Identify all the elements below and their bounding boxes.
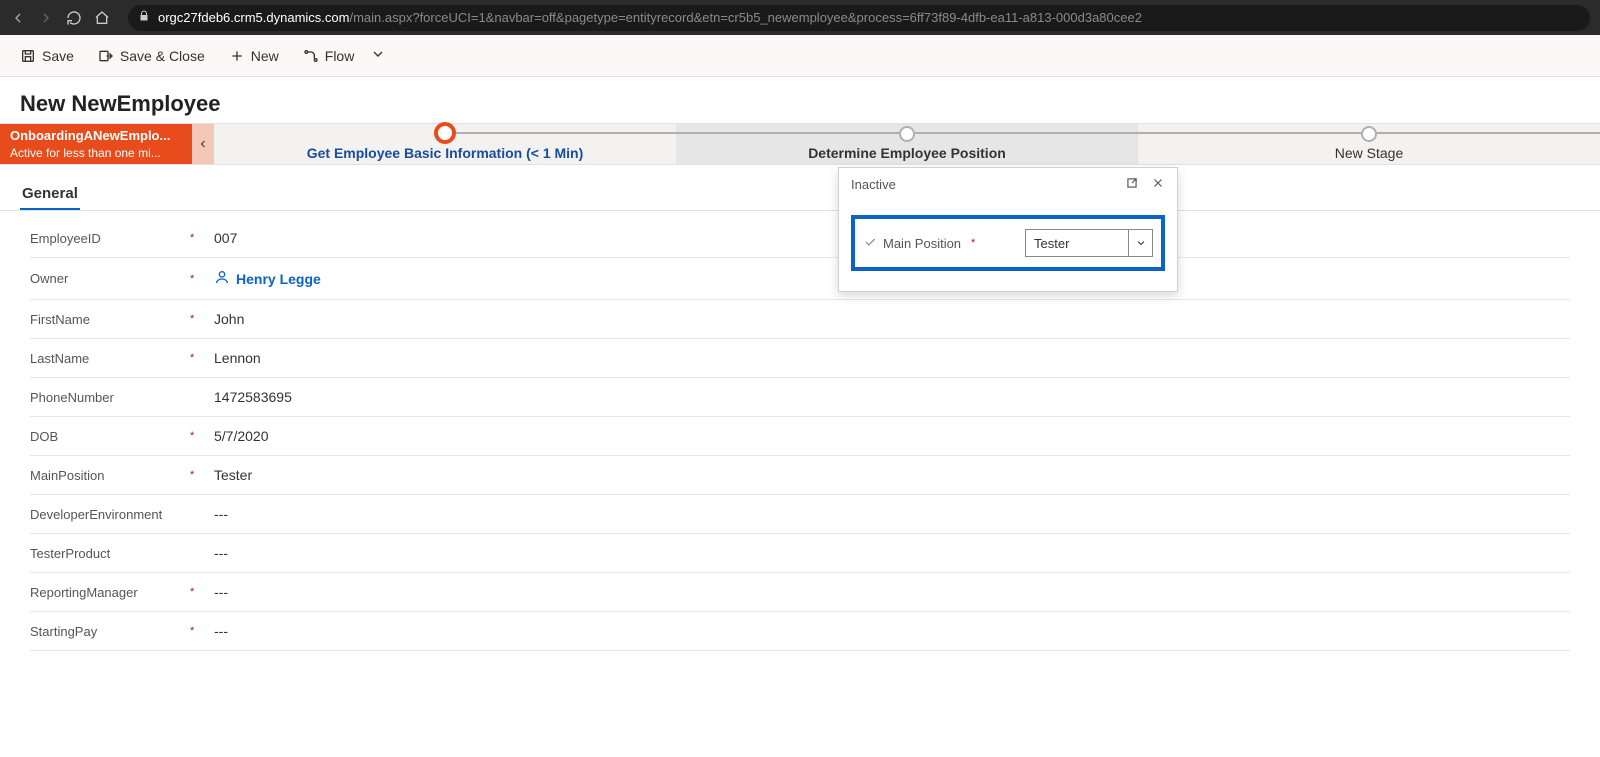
flow-label: Flow [325,48,355,64]
required-marker: * [190,586,214,598]
field-value[interactable]: --- [214,623,228,639]
forward-icon[interactable] [38,10,54,26]
form-row: DeveloperEnvironment --- [30,495,1570,534]
required-marker: * [190,313,214,325]
chevron-down-icon[interactable] [1128,230,1152,256]
required-marker: * [971,237,975,249]
field-label: PhoneNumber [30,390,190,405]
form-row: EmployeeID*007 [30,219,1570,258]
field-value[interactable]: --- [214,584,228,600]
field-value[interactable]: 5/7/2020 [214,428,269,444]
owner-name: Henry Legge [236,271,321,287]
required-marker: * [190,469,214,481]
stage-new-stage[interactable]: New Stage [1138,124,1600,164]
home-icon[interactable] [94,10,110,26]
field-label: DOB [30,429,190,444]
field-label: ReportingManager [30,585,190,600]
stage-label: Determine Employee Position [808,145,1006,161]
main-position-select[interactable]: Tester [1025,229,1153,257]
owner-link[interactable]: Henry Legge [214,269,321,288]
field-label: MainPosition [30,468,190,483]
form-row: ReportingManager*--- [30,573,1570,612]
main-position-highlight: Main Position * Tester [851,215,1165,271]
form-row: PhoneNumber 1472583695 [30,378,1570,417]
field-value[interactable]: John [214,311,244,327]
new-button[interactable]: New [227,44,281,68]
url-bar[interactable]: orgc27fdeb6.crm5.dynamics.com/main.aspx?… [128,5,1590,31]
main-position-label: Main Position [883,236,961,251]
stage-node-icon [1361,126,1377,142]
form-row: StartingPay*--- [30,612,1570,651]
stage-popup-header: Inactive [839,168,1177,201]
required-marker: * [190,232,214,244]
stage-node-icon [899,126,915,142]
required-marker: * [190,625,214,637]
save-icon [20,48,36,64]
field-value[interactable]: 1472583695 [214,389,292,405]
form-row: Owner* Henry Legge [30,258,1570,300]
form-general: EmployeeID*007Owner*Henry LeggeFirstName… [0,211,1600,651]
stage-node-icon [434,122,456,144]
process-collapse-button[interactable] [192,124,214,164]
field-label: FirstName [30,312,190,327]
tab-label: General [22,185,78,202]
required-marker: * [190,352,214,364]
stage-determine-position[interactable]: Determine Employee Position [676,124,1138,164]
process-info[interactable]: OnboardingANewEmplo... Active for less t… [0,124,192,164]
form-row: FirstName*John [30,300,1570,339]
lock-icon [138,10,150,25]
page-title: New NewEmployee [20,91,1580,117]
stage-label: New Stage [1335,145,1403,161]
field-value[interactable]: --- [214,506,228,522]
flow-icon [303,48,319,64]
process-status: Active for less than one mi... [10,145,182,161]
field-label: Owner [30,271,190,286]
save-label: Save [42,48,74,64]
stage-label: Get Employee Basic Information (< 1 Min) [307,145,584,161]
stage-popup-status: Inactive [851,177,896,192]
save-button[interactable]: Save [18,44,76,68]
flow-button[interactable]: Flow [301,42,389,69]
field-label: TesterProduct [30,546,190,561]
reload-icon[interactable] [66,10,82,26]
check-icon [863,235,877,252]
form-row: LastName*Lennon [30,339,1570,378]
field-value[interactable]: Henry Legge [214,269,321,288]
field-value[interactable]: Tester [214,467,252,483]
person-icon [214,269,230,288]
url-path: /main.aspx?forceUCI=1&navbar=off&pagetyp… [349,10,1141,25]
tab-general[interactable]: General [20,179,80,210]
back-icon[interactable] [10,10,26,26]
form-row: DOB*5/7/2020 [30,417,1570,456]
save-close-button[interactable]: Save & Close [96,44,207,68]
required-marker: * [190,273,214,285]
url-domain: orgc27fdeb6.crm5.dynamics.com [158,10,349,25]
main-position-value: Tester [1026,230,1128,256]
close-icon[interactable] [1151,176,1165,193]
form-row: TesterProduct --- [30,534,1570,573]
field-value[interactable]: Lennon [214,350,261,366]
stage-get-employee-info[interactable]: Get Employee Basic Information (< 1 Min) [214,124,676,164]
popout-icon[interactable] [1125,176,1139,193]
browser-chrome: orgc27fdeb6.crm5.dynamics.com/main.aspx?… [0,0,1600,35]
page-header: New NewEmployee [0,77,1600,123]
new-label: New [251,48,279,64]
plus-icon [229,48,245,64]
field-value[interactable]: 007 [214,230,237,246]
process-bar: OnboardingANewEmplo... Active for less t… [0,123,1600,165]
field-value[interactable]: --- [214,545,228,561]
required-marker: * [190,430,214,442]
app-toolbar: Save Save & Close New Flow [0,35,1600,77]
field-label: StartingPay [30,624,190,639]
chevron-down-icon [370,46,386,65]
save-close-icon [98,48,114,64]
field-label: EmployeeID [30,231,190,246]
tab-row: General [0,169,1600,211]
stage-popup: Inactive Main Position * Tester [838,167,1178,292]
form-row: MainPosition*Tester [30,456,1570,495]
field-label: DeveloperEnvironment [30,507,190,522]
process-name: OnboardingANewEmplo... [10,127,182,145]
save-close-label: Save & Close [120,48,205,64]
field-label: LastName [30,351,190,366]
